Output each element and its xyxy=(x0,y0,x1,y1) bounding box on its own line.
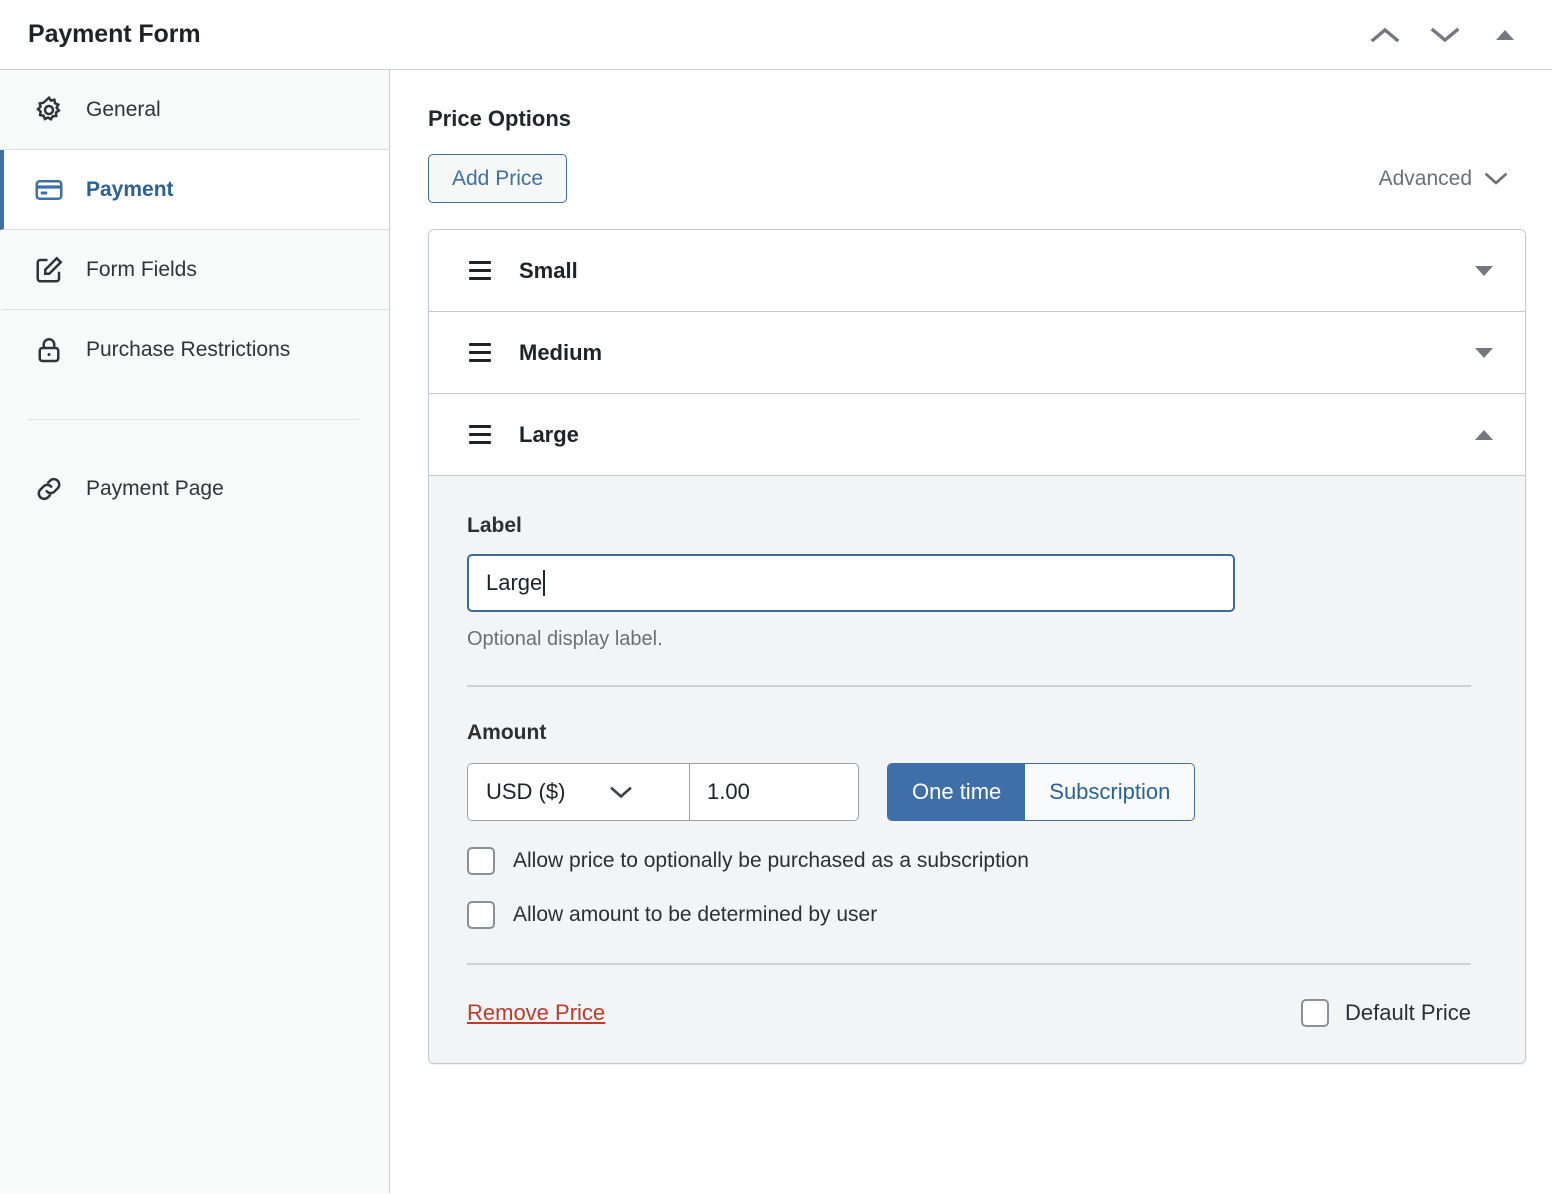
section-title: Price Options xyxy=(428,106,1526,132)
label-input-value: Large xyxy=(486,570,542,596)
default-price-checkbox[interactable] xyxy=(1301,999,1329,1027)
panel-header: Payment Form xyxy=(0,0,1552,70)
editor-body: General Payment xyxy=(0,70,1552,1193)
edit-square-icon xyxy=(32,253,66,287)
default-price-label: Default Price xyxy=(1345,1000,1471,1026)
currency-select[interactable]: USD ($) xyxy=(468,764,690,820)
move-up-button[interactable] xyxy=(1368,18,1402,52)
sidebar-item-label: Form Fields xyxy=(86,258,197,282)
triangle-down-icon xyxy=(1475,266,1493,276)
price-row-label: Small xyxy=(519,258,578,284)
collapse-panel-button[interactable] xyxy=(1488,18,1522,52)
amount-field-title: Amount xyxy=(467,721,1487,745)
allow-subscription-checkbox[interactable] xyxy=(467,847,495,875)
header-actions xyxy=(1368,18,1526,52)
drag-handle-icon[interactable] xyxy=(469,340,495,366)
price-row-large[interactable]: Large xyxy=(429,394,1525,476)
triangle-up-icon xyxy=(1475,430,1493,440)
default-price-row[interactable]: Default Price xyxy=(1301,999,1487,1027)
billing-subscription-button[interactable]: Subscription xyxy=(1025,764,1194,820)
move-down-button[interactable] xyxy=(1428,18,1462,52)
allow-subscription-label: Allow price to optionally be purchased a… xyxy=(513,849,1029,873)
expand-toggle-small[interactable] xyxy=(1467,254,1501,288)
page-title: Payment Form xyxy=(28,20,200,49)
chevron-down-icon xyxy=(1484,171,1508,186)
price-list: Small Medium xyxy=(428,229,1526,1064)
amount-row: USD ($) 1.00 One time Subscript xyxy=(467,763,1487,821)
amount-value: 1.00 xyxy=(707,779,750,805)
sidebar-item-label: Payment xyxy=(86,178,174,202)
panel-divider-footer xyxy=(467,963,1471,965)
drag-handle-icon[interactable] xyxy=(469,422,495,448)
link-icon xyxy=(32,472,66,506)
drag-handle-icon[interactable] xyxy=(469,258,495,284)
expand-toggle-large[interactable] xyxy=(1467,418,1501,452)
credit-card-icon xyxy=(32,173,66,207)
price-detail-panel: Label Large Optional display label. Amou… xyxy=(429,476,1525,1063)
settings-sidebar: General Payment xyxy=(0,70,390,1193)
sidebar-item-general[interactable]: General xyxy=(0,70,389,150)
price-row-label: Large xyxy=(519,422,579,448)
sidebar-item-payment-page[interactable]: Payment Page xyxy=(0,449,389,529)
allow-user-amount-label: Allow amount to be determined by user xyxy=(513,903,877,927)
price-panel-footer: Remove Price Default Price xyxy=(467,999,1487,1027)
panel-divider xyxy=(467,685,1471,687)
price-row-medium[interactable]: Medium xyxy=(429,312,1525,394)
triangle-up-icon xyxy=(1494,28,1516,42)
sidebar-item-payment[interactable]: Payment xyxy=(0,150,389,230)
allow-user-amount-checkbox-row[interactable]: Allow amount to be determined by user xyxy=(467,901,1487,929)
lock-icon xyxy=(32,333,66,367)
sidebar-item-form-fields[interactable]: Form Fields xyxy=(0,230,389,310)
sidebar-item-purchase-restrictions[interactable]: Purchase Restrictions xyxy=(0,310,389,390)
billing-type-toggle: One time Subscription xyxy=(887,763,1195,821)
sidebar-item-label: Purchase Restrictions xyxy=(86,338,290,362)
triangle-down-icon xyxy=(1475,348,1493,358)
sidebar-item-label: General xyxy=(86,98,161,122)
sidebar-divider xyxy=(28,419,359,420)
expand-toggle-medium[interactable] xyxy=(1467,336,1501,370)
sidebar-item-label: Payment Page xyxy=(86,477,224,501)
billing-one-time-button[interactable]: One time xyxy=(888,764,1025,820)
price-toolbar: Add Price Advanced xyxy=(428,154,1526,203)
chevron-down-icon xyxy=(609,785,633,800)
currency-value: USD ($) xyxy=(486,779,565,805)
price-options-panel: Price Options Add Price Advanced Small xyxy=(390,70,1552,1193)
chevron-down-icon xyxy=(1430,26,1460,44)
price-row-small[interactable]: Small xyxy=(429,230,1525,312)
remove-price-link[interactable]: Remove Price xyxy=(467,1000,605,1026)
allow-user-amount-checkbox[interactable] xyxy=(467,901,495,929)
amount-input-group: USD ($) 1.00 xyxy=(467,763,859,821)
advanced-toggle[interactable]: Advanced xyxy=(1379,167,1526,191)
label-input[interactable]: Large xyxy=(467,554,1235,612)
label-help-text: Optional display label. xyxy=(467,628,1487,651)
add-price-button[interactable]: Add Price xyxy=(428,154,567,203)
amount-input[interactable]: 1.00 xyxy=(690,764,858,820)
gear-icon xyxy=(32,93,66,127)
chevron-up-icon xyxy=(1370,26,1400,44)
advanced-label: Advanced xyxy=(1379,167,1472,191)
allow-subscription-checkbox-row[interactable]: Allow price to optionally be purchased a… xyxy=(467,847,1487,875)
label-field-title: Label xyxy=(467,514,1487,538)
text-caret xyxy=(543,570,545,596)
payment-form-editor: Payment Form xyxy=(0,0,1552,1194)
price-row-label: Medium xyxy=(519,340,602,366)
